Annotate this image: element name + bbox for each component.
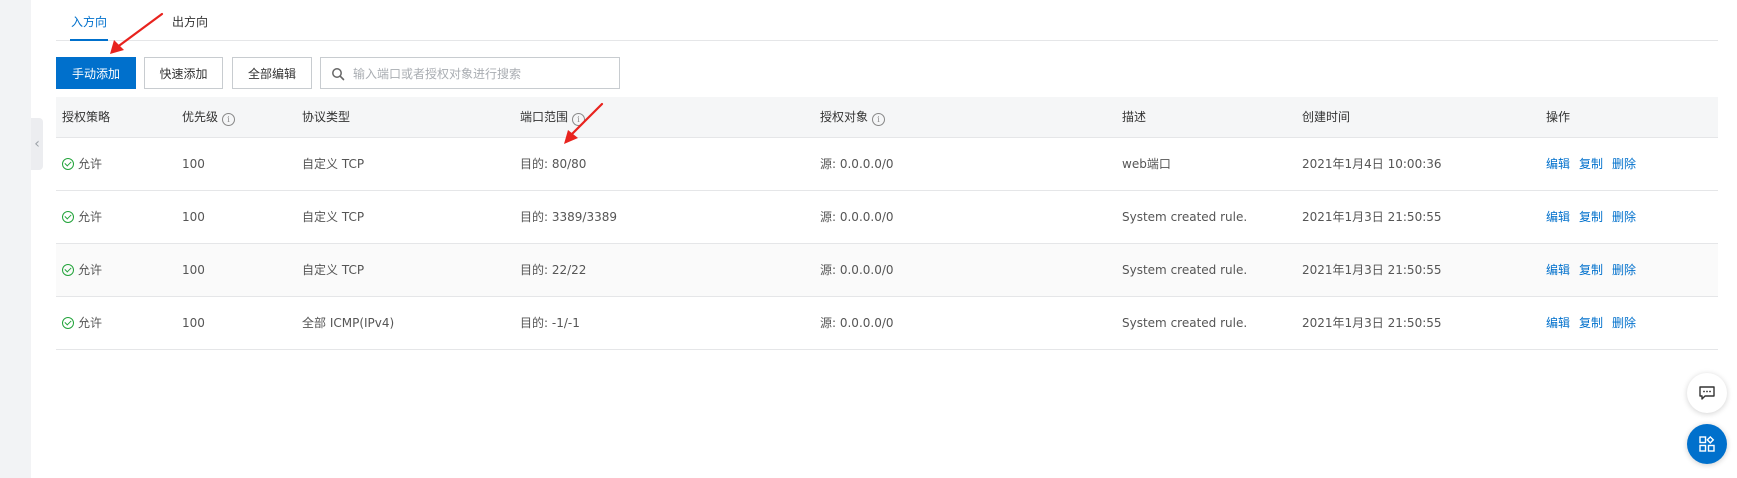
edit-link[interactable]: 编辑 [1546,263,1570,277]
header-description-label: 描述 [1122,110,1147,124]
header-auth-object-label: 授权对象 [820,110,869,124]
description-cell: System created rule. [1122,210,1248,224]
protocol-cell: 自定义 TCP [302,263,365,277]
chevron-left-icon: ‹ [34,136,40,152]
tab-outbound[interactable]: 出方向 [171,0,209,40]
check-circle-icon [62,211,74,223]
search-icon [332,68,345,81]
header-auth-object: 授权对象 i [820,97,886,137]
edit-link[interactable]: 编辑 [1546,210,1570,224]
info-icon[interactable]: i [572,113,586,126]
source-cell: 源: 0.0.0.0/0 [820,210,894,224]
policy-cell: 允许 [62,138,102,190]
policy-value: 允许 [78,316,103,330]
table-row: 允许 100 自定义 TCP 目的: 22/22 源: 0.0.0.0/0 Sy… [56,244,1718,297]
protocol-cell: 全部 ICMP(IPv4) [302,316,395,330]
header-protocol: 协议类型 [302,97,350,137]
actions-cell: 编辑 复制 删除 [1546,138,1645,190]
policy-value: 允许 [78,157,103,171]
protocol-cell: 自定义 TCP [302,157,365,171]
table-row: 允许 100 全部 ICMP(IPv4) 目的: -1/-1 源: 0.0.0.… [56,297,1718,350]
header-actions-label: 操作 [1546,110,1571,124]
check-circle-icon [62,158,74,170]
priority-cell: 100 [182,263,205,277]
check-circle-icon [62,317,74,329]
apps-icon [1699,435,1715,452]
description-cell: System created rule. [1122,316,1248,330]
table-header: 授权策略 优先级 i 协议类型 端口范围 i 授权对象 i 描述 创建时间 操作 [56,97,1718,138]
actions-cell: 编辑 复制 删除 [1546,191,1645,243]
actions-cell: 编辑 复制 删除 [1546,297,1645,349]
description-cell: System created rule. [1122,263,1248,277]
created-cell: 2021年1月3日 21:50:55 [1302,263,1442,277]
header-actions: 操作 [1546,97,1570,137]
edit-link[interactable]: 编辑 [1546,157,1570,171]
delete-link[interactable]: 删除 [1612,263,1636,277]
copy-link[interactable]: 复制 [1579,263,1603,277]
port-cell: 目的: 22/22 [520,263,587,277]
port-cell: 目的: 3389/3389 [520,210,617,224]
header-description: 描述 [1122,97,1146,137]
header-protocol-label: 协议类型 [302,110,351,124]
header-priority-label: 优先级 [182,110,219,124]
delete-link[interactable]: 删除 [1612,316,1636,330]
actions-cell: 编辑 复制 删除 [1546,244,1645,296]
header-created-label: 创建时间 [1302,110,1351,124]
priority-cell: 100 [182,210,205,224]
copy-link[interactable]: 复制 [1579,157,1603,171]
search-input[interactable] [351,58,617,90]
source-cell: 源: 0.0.0.0/0 [820,263,894,277]
source-cell: 源: 0.0.0.0/0 [820,316,894,330]
delete-link[interactable]: 删除 [1612,157,1636,171]
created-cell: 2021年1月3日 21:50:55 [1302,316,1442,330]
priority-cell: 100 [182,316,205,330]
check-circle-icon [62,264,74,276]
header-priority: 优先级 i [182,97,236,137]
port-cell: 目的: 80/80 [520,157,587,171]
sidebar-collapse-handle[interactable]: ‹ [31,118,43,170]
created-cell: 2021年1月3日 21:50:55 [1302,210,1442,224]
description-cell: web端口 [1122,157,1171,171]
header-created: 创建时间 [1302,97,1350,137]
chat-button[interactable] [1687,373,1727,413]
table-row: 允许 100 自定义 TCP 目的: 3389/3389 源: 0.0.0.0/… [56,191,1718,244]
quick-add-button[interactable]: 快速添加 [144,57,223,89]
header-port-range: 端口范围 i [520,97,586,137]
copy-link[interactable]: 复制 [1579,316,1603,330]
copy-link[interactable]: 复制 [1579,210,1603,224]
policy-cell: 允许 [62,191,102,243]
info-icon[interactable]: i [872,113,886,126]
header-policy-label: 授权策略 [62,110,111,124]
source-cell: 源: 0.0.0.0/0 [820,157,894,171]
manual-add-button[interactable]: 手动添加 [56,57,136,89]
tab-inbound[interactable]: 入方向 [70,0,108,41]
header-policy: 授权策略 [62,97,110,137]
direction-tabs: 入方向 出方向 [56,0,1718,41]
delete-link[interactable]: 删除 [1612,210,1636,224]
table-row: 允许 100 自定义 TCP 目的: 80/80 源: 0.0.0.0/0 we… [56,138,1718,191]
policy-cell: 允许 [62,297,102,349]
security-rules-table: 授权策略 优先级 i 协议类型 端口范围 i 授权对象 i 描述 创建时间 操作 允许… [56,97,1718,350]
edit-all-button[interactable]: 全部编辑 [232,57,312,89]
policy-cell: 允许 [62,244,102,296]
port-cell: 目的: -1/-1 [520,316,580,330]
policy-value: 允许 [78,210,103,224]
info-icon[interactable]: i [222,113,236,126]
priority-cell: 100 [182,157,205,171]
left-gutter [0,0,31,478]
policy-value: 允许 [78,263,103,277]
apps-button[interactable] [1687,424,1727,464]
edit-link[interactable]: 编辑 [1546,316,1570,330]
search-box[interactable] [320,57,620,90]
created-cell: 2021年1月4日 10:00:36 [1302,157,1442,171]
protocol-cell: 自定义 TCP [302,210,365,224]
chat-icon [1699,386,1715,400]
header-port-range-label: 端口范围 [520,110,569,124]
